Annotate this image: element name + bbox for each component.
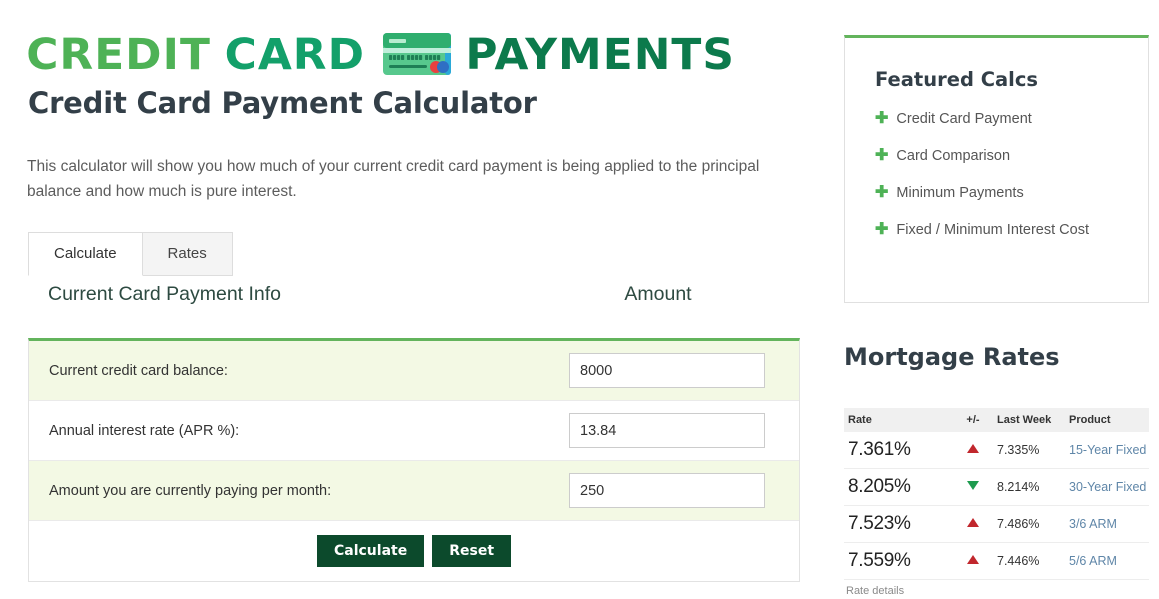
sidebar-item-label: Credit Card Payment: [896, 111, 1032, 127]
rate-value: 7.523%: [848, 513, 911, 534]
column-header-last-week: Last Week: [997, 408, 1069, 432]
balance-input[interactable]: [569, 353, 765, 388]
monthly-payment-input[interactable]: [569, 473, 765, 508]
sidebar-item-label: Fixed / Minimum Interest Cost: [896, 222, 1089, 238]
reset-button[interactable]: Reset: [432, 535, 512, 567]
mortgage-rates-table: Rate +/- Last Week Product 7.361% 7.335%…: [844, 408, 1149, 580]
field-label-balance: Current credit card balance:: [49, 362, 228, 379]
tab-rates[interactable]: Rates: [141, 232, 233, 276]
arrow-up-icon: [967, 444, 979, 453]
product-link[interactable]: 5/6 ARM: [1069, 554, 1117, 568]
table-row: 8.205% 8.214% 30-Year Fixed: [844, 468, 1149, 506]
rate-value: 7.559%: [848, 550, 911, 571]
field-value-balance: [549, 353, 799, 388]
field-value-apr: [549, 413, 799, 448]
mortgage-rates-title: Mortgage Rates: [844, 343, 1060, 371]
page-root: CREDIT CARD PAYMENTS Credit Card Payment…: [0, 0, 1159, 599]
intro-text: This calculator will show you how much o…: [27, 157, 760, 200]
plus-icon: ✚: [875, 184, 889, 201]
rate-value: 7.361%: [848, 439, 911, 460]
column-header-rate: Rate: [844, 408, 949, 432]
sidebar-item-label: Minimum Payments: [896, 185, 1024, 201]
apr-input[interactable]: [569, 413, 765, 448]
table-row: 7.523% 7.486% 3/6 ARM: [844, 505, 1149, 543]
form-actions: Calculate Reset: [29, 521, 799, 581]
calculate-button[interactable]: Calculate: [316, 535, 425, 567]
last-week-value: 8.214%: [997, 480, 1040, 494]
sidebar-item-card-comparison[interactable]: ✚ Card Comparison: [875, 147, 1148, 165]
column-header-change: +/-: [949, 408, 997, 432]
site-logo[interactable]: CREDIT CARD PAYMENTS: [26, 28, 735, 83]
arrow-down-icon: [967, 481, 979, 490]
sidebar-item-minimum-payments[interactable]: ✚ Minimum Payments: [875, 184, 1148, 202]
last-week-value: 7.335%: [997, 443, 1040, 457]
rate-value: 8.205%: [848, 476, 911, 497]
page-title: Credit Card Payment Calculator: [28, 86, 537, 120]
sidebar-item-credit-card-payment[interactable]: ✚ Credit Card Payment: [875, 110, 1148, 128]
table-row: 7.559% 7.446% 5/6 ARM: [844, 542, 1149, 580]
field-label-apr: Annual interest rate (APR %):: [49, 422, 240, 439]
logo-word-credit: CREDIT: [26, 30, 211, 80]
table-header-row: Rate +/- Last Week Product: [844, 408, 1149, 432]
product-link[interactable]: 30-Year Fixed: [1069, 480, 1146, 494]
tab-calculate[interactable]: Calculate: [28, 232, 143, 276]
featured-calcs-list: ✚ Credit Card Payment ✚ Card Comparison …: [845, 110, 1148, 239]
last-week-value: 7.486%: [997, 517, 1040, 531]
tab-bar: Calculate Rates: [28, 232, 233, 276]
logo-word-payments: PAYMENTS: [465, 30, 735, 80]
arrow-up-icon: [967, 518, 979, 527]
credit-card-icon: [382, 30, 454, 83]
logo-word-card: CARD: [224, 30, 366, 80]
plus-icon: ✚: [875, 221, 889, 238]
table-row: Current credit card balance:: [29, 341, 799, 401]
product-link[interactable]: 3/6 ARM: [1069, 517, 1117, 531]
payment-info-table: Current credit card balance: Annual inte…: [28, 338, 800, 582]
sidebar-item-fixed-minimum-interest-cost[interactable]: ✚ Fixed / Minimum Interest Cost: [875, 221, 1148, 239]
section-info-header: Current Card Payment Info: [48, 283, 282, 305]
product-link[interactable]: 15-Year Fixed: [1069, 443, 1146, 457]
column-header-product: Product: [1069, 408, 1149, 432]
section-header: Current Card Payment Info Amount: [26, 283, 801, 306]
arrow-up-icon: [967, 555, 979, 564]
sidebar-item-label: Card Comparison: [896, 148, 1011, 164]
field-value-monthly-payment: [549, 473, 799, 508]
plus-icon: ✚: [875, 147, 889, 164]
field-label-monthly-payment: Amount you are currently paying per mont…: [49, 482, 332, 499]
featured-calcs-panel: Featured Calcs ✚ Credit Card Payment ✚ C…: [844, 35, 1149, 303]
section-amount-header: Amount: [624, 283, 692, 305]
table-row: 7.361% 7.335% 15-Year Fixed: [844, 432, 1149, 469]
rate-details-link[interactable]: Rate details: [846, 585, 904, 597]
last-week-value: 7.446%: [997, 554, 1040, 568]
plus-icon: ✚: [875, 110, 889, 127]
main-content: CREDIT CARD PAYMENTS Credit Card Payment…: [26, 0, 816, 599]
table-row: Annual interest rate (APR %):: [29, 401, 799, 461]
table-row: Amount you are currently paying per mont…: [29, 461, 799, 521]
featured-calcs-title: Featured Calcs: [875, 68, 1039, 91]
